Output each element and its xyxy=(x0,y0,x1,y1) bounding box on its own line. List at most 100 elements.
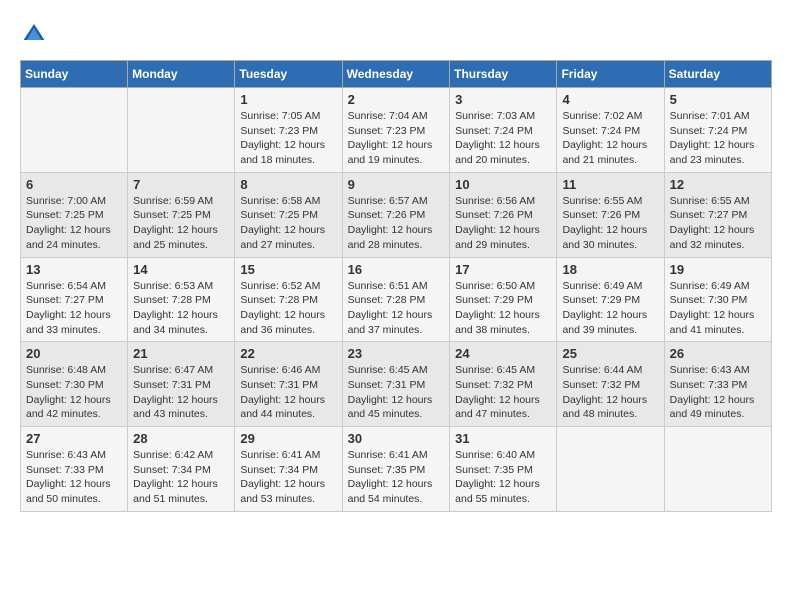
calendar-day-cell: 10Sunrise: 6:56 AM Sunset: 7:26 PM Dayli… xyxy=(450,172,557,257)
weekday-header-thursday: Thursday xyxy=(450,61,557,88)
page-header xyxy=(20,20,772,44)
day-number: 7 xyxy=(133,177,229,192)
weekday-header-friday: Friday xyxy=(557,61,664,88)
day-info: Sunrise: 7:04 AM Sunset: 7:23 PM Dayligh… xyxy=(348,109,445,168)
day-number: 17 xyxy=(455,262,551,277)
calendar-day-cell: 25Sunrise: 6:44 AM Sunset: 7:32 PM Dayli… xyxy=(557,342,664,427)
day-info: Sunrise: 6:55 AM Sunset: 7:27 PM Dayligh… xyxy=(670,194,766,253)
day-number: 11 xyxy=(562,177,658,192)
day-info: Sunrise: 6:49 AM Sunset: 7:29 PM Dayligh… xyxy=(562,279,658,338)
day-info: Sunrise: 7:02 AM Sunset: 7:24 PM Dayligh… xyxy=(562,109,658,168)
day-number: 3 xyxy=(455,92,551,107)
day-number: 2 xyxy=(348,92,445,107)
day-number: 12 xyxy=(670,177,766,192)
calendar-week-row: 20 Sunrise: 6:48 AM Sunset: 7:30 PM Dayli… xyxy=(21,342,772,427)
calendar-week-row: 1 Sunrise: 7:05 AM Sunset: 7:23 PM Daylig… xyxy=(21,88,772,173)
day-number: 15 xyxy=(240,262,336,277)
calendar-day-cell: 23 Sunrise: 6:45 AM Sunset: 7:31 PM Dayli… xyxy=(342,342,450,427)
calendar-day-cell: 11 Sunrise: 6:55 AM Sunset: 7:26 PM Dayli… xyxy=(557,172,664,257)
calendar-empty-cell xyxy=(128,88,235,173)
day-info: Sunrise: 6:40 AM Sunset: 7:35 PM Dayligh… xyxy=(455,448,551,507)
calendar-table: SundayMondayTuesdayWednesdayThursdayFrid… xyxy=(20,60,772,512)
day-number: 23 xyxy=(348,346,445,361)
day-number: 31 xyxy=(455,431,551,446)
day-info: Sunrise: 6:45 AM Sunset: 7:31 PM Dayligh… xyxy=(348,363,445,422)
calendar-day-cell: 6 Sunrise: 7:00 AM Sunset: 7:25 PM Daylig… xyxy=(21,172,128,257)
day-number: 5 xyxy=(670,92,766,107)
calendar-day-cell: 21Sunrise: 6:47 AM Sunset: 7:31 PM Dayli… xyxy=(128,342,235,427)
weekday-header-row: SundayMondayTuesdayWednesdayThursdayFrid… xyxy=(21,61,772,88)
calendar-day-cell: 12 Sunrise: 6:55 AM Sunset: 7:27 PM Dayli… xyxy=(664,172,771,257)
weekday-header-saturday: Saturday xyxy=(664,61,771,88)
calendar-day-cell: 15 Sunrise: 6:52 AM Sunset: 7:28 PM Dayli… xyxy=(235,257,342,342)
day-info: Sunrise: 6:58 AM Sunset: 7:25 PM Dayligh… xyxy=(240,194,336,253)
day-number: 24 xyxy=(455,346,551,361)
calendar-day-cell: 29Sunrise: 6:41 AM Sunset: 7:34 PM Dayli… xyxy=(235,427,342,512)
day-info: Sunrise: 6:50 AM Sunset: 7:29 PM Dayligh… xyxy=(455,279,551,338)
calendar-week-row: 13 Sunrise: 6:54 AM Sunset: 7:27 PM Dayli… xyxy=(21,257,772,342)
logo xyxy=(20,20,46,44)
day-info: Sunrise: 7:05 AM Sunset: 7:23 PM Dayligh… xyxy=(240,109,336,168)
calendar-day-cell: 30 Sunrise: 6:41 AM Sunset: 7:35 PM Dayli… xyxy=(342,427,450,512)
calendar-day-cell: 27Sunrise: 6:43 AM Sunset: 7:33 PM Dayli… xyxy=(21,427,128,512)
calendar-day-cell: 4 Sunrise: 7:02 AM Sunset: 7:24 PM Daylig… xyxy=(557,88,664,173)
calendar-day-cell: 9 Sunrise: 6:57 AM Sunset: 7:26 PM Daylig… xyxy=(342,172,450,257)
calendar-day-cell: 22 Sunrise: 6:46 AM Sunset: 7:31 PM Dayli… xyxy=(235,342,342,427)
calendar-body: 1 Sunrise: 7:05 AM Sunset: 7:23 PM Daylig… xyxy=(21,88,772,512)
day-info: Sunrise: 6:46 AM Sunset: 7:31 PM Dayligh… xyxy=(240,363,336,422)
day-info: Sunrise: 6:53 AM Sunset: 7:28 PM Dayligh… xyxy=(133,279,229,338)
weekday-header-monday: Monday xyxy=(128,61,235,88)
calendar-empty-cell xyxy=(21,88,128,173)
calendar-day-cell: 8 Sunrise: 6:58 AM Sunset: 7:25 PM Daylig… xyxy=(235,172,342,257)
calendar-day-cell: 3Sunrise: 7:03 AM Sunset: 7:24 PM Daylig… xyxy=(450,88,557,173)
day-info: Sunrise: 6:44 AM Sunset: 7:32 PM Dayligh… xyxy=(562,363,658,422)
day-number: 8 xyxy=(240,177,336,192)
day-info: Sunrise: 6:48 AM Sunset: 7:30 PM Dayligh… xyxy=(26,363,122,422)
calendar-week-row: 27Sunrise: 6:43 AM Sunset: 7:33 PM Dayli… xyxy=(21,427,772,512)
day-number: 14 xyxy=(133,262,229,277)
day-info: Sunrise: 6:52 AM Sunset: 7:28 PM Dayligh… xyxy=(240,279,336,338)
day-number: 21 xyxy=(133,346,229,361)
calendar-day-cell: 16Sunrise: 6:51 AM Sunset: 7:28 PM Dayli… xyxy=(342,257,450,342)
day-info: Sunrise: 6:41 AM Sunset: 7:35 PM Dayligh… xyxy=(348,448,445,507)
day-number: 26 xyxy=(670,346,766,361)
day-info: Sunrise: 6:54 AM Sunset: 7:27 PM Dayligh… xyxy=(26,279,122,338)
day-info: Sunrise: 6:49 AM Sunset: 7:30 PM Dayligh… xyxy=(670,279,766,338)
day-number: 22 xyxy=(240,346,336,361)
calendar-day-cell: 28Sunrise: 6:42 AM Sunset: 7:34 PM Dayli… xyxy=(128,427,235,512)
day-info: Sunrise: 6:57 AM Sunset: 7:26 PM Dayligh… xyxy=(348,194,445,253)
day-number: 19 xyxy=(670,262,766,277)
calendar-day-cell: 18Sunrise: 6:49 AM Sunset: 7:29 PM Dayli… xyxy=(557,257,664,342)
calendar-day-cell: 2 Sunrise: 7:04 AM Sunset: 7:23 PM Daylig… xyxy=(342,88,450,173)
day-number: 16 xyxy=(348,262,445,277)
calendar-day-cell: 1 Sunrise: 7:05 AM Sunset: 7:23 PM Daylig… xyxy=(235,88,342,173)
weekday-header-tuesday: Tuesday xyxy=(235,61,342,88)
day-info: Sunrise: 6:59 AM Sunset: 7:25 PM Dayligh… xyxy=(133,194,229,253)
calendar-day-cell: 13 Sunrise: 6:54 AM Sunset: 7:27 PM Dayli… xyxy=(21,257,128,342)
calendar-header: SundayMondayTuesdayWednesdayThursdayFrid… xyxy=(21,61,772,88)
day-number: 4 xyxy=(562,92,658,107)
day-number: 10 xyxy=(455,177,551,192)
day-number: 13 xyxy=(26,262,122,277)
day-info: Sunrise: 6:55 AM Sunset: 7:26 PM Dayligh… xyxy=(562,194,658,253)
day-number: 28 xyxy=(133,431,229,446)
calendar-day-cell: 24 Sunrise: 6:45 AM Sunset: 7:32 PM Dayli… xyxy=(450,342,557,427)
calendar-day-cell: 31 Sunrise: 6:40 AM Sunset: 7:35 PM Dayli… xyxy=(450,427,557,512)
calendar-day-cell: 20 Sunrise: 6:48 AM Sunset: 7:30 PM Dayli… xyxy=(21,342,128,427)
day-info: Sunrise: 6:45 AM Sunset: 7:32 PM Dayligh… xyxy=(455,363,551,422)
day-number: 1 xyxy=(240,92,336,107)
weekday-header-sunday: Sunday xyxy=(21,61,128,88)
day-number: 30 xyxy=(348,431,445,446)
day-info: Sunrise: 7:00 AM Sunset: 7:25 PM Dayligh… xyxy=(26,194,122,253)
day-number: 9 xyxy=(348,177,445,192)
calendar-day-cell: 7 Sunrise: 6:59 AM Sunset: 7:25 PM Daylig… xyxy=(128,172,235,257)
logo-icon xyxy=(22,20,46,44)
day-number: 27 xyxy=(26,431,122,446)
calendar-day-cell: 14 Sunrise: 6:53 AM Sunset: 7:28 PM Dayli… xyxy=(128,257,235,342)
day-number: 20 xyxy=(26,346,122,361)
calendar-day-cell: 19 Sunrise: 6:49 AM Sunset: 7:30 PM Dayli… xyxy=(664,257,771,342)
day-number: 6 xyxy=(26,177,122,192)
calendar-day-cell: 5Sunrise: 7:01 AM Sunset: 7:24 PM Daylig… xyxy=(664,88,771,173)
calendar-empty-cell xyxy=(664,427,771,512)
day-info: Sunrise: 6:41 AM Sunset: 7:34 PM Dayligh… xyxy=(240,448,336,507)
